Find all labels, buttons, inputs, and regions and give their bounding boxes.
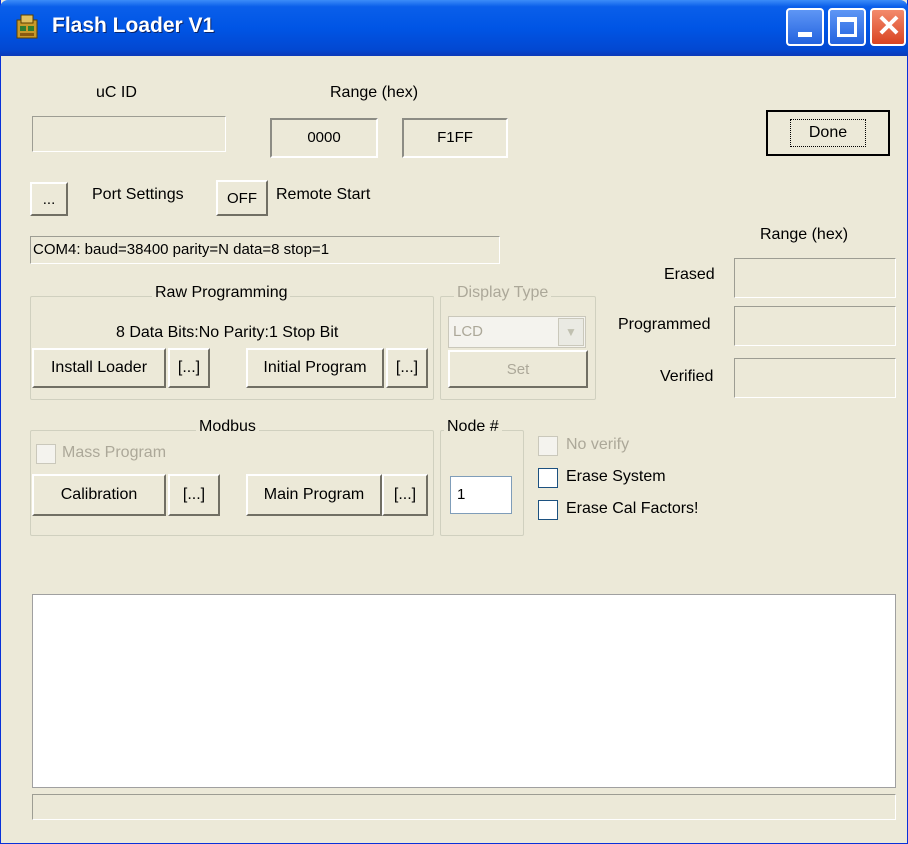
minimize-icon — [798, 32, 812, 37]
range-start-field: 0000 — [270, 118, 378, 158]
erase-system-checkbox[interactable] — [538, 468, 558, 488]
port-settings-button[interactable]: ... — [30, 182, 68, 216]
window-title: Flash Loader V1 — [52, 14, 215, 37]
done-button[interactable]: Done — [766, 110, 890, 156]
maximize-icon — [837, 17, 857, 37]
display-type-title: Display Type — [454, 284, 552, 302]
install-loader-button[interactable]: Install Loader — [32, 348, 166, 388]
port-settings-label: Port Settings — [92, 186, 184, 203]
done-label: Done — [789, 119, 867, 147]
verified-label: Verified — [660, 368, 714, 385]
main-program-button[interactable]: Main Program — [246, 474, 382, 516]
calibration-button[interactable]: Calibration — [32, 474, 166, 516]
remote-start-toggle[interactable]: OFF — [216, 180, 268, 216]
install-loader-browse-button[interactable]: [...] — [168, 348, 210, 388]
calibration-browse-button[interactable]: [...] — [168, 474, 220, 516]
set-display-button[interactable]: Set — [448, 350, 588, 388]
initial-program-button[interactable]: Initial Program — [246, 348, 384, 388]
no-verify-checkbox[interactable] — [538, 436, 558, 456]
uc-id-label: uC ID — [96, 84, 137, 101]
log-output-area[interactable] — [32, 594, 896, 788]
programmed-label: Programmed — [618, 316, 711, 333]
uc-id-field — [32, 116, 226, 152]
verified-field — [734, 358, 896, 398]
results-range-label: Range (hex) — [760, 226, 849, 243]
node-number-input[interactable]: 1 — [450, 476, 512, 514]
erase-cal-factors-label: Erase Cal Factors! — [566, 500, 699, 517]
erased-field — [734, 258, 896, 298]
port-status-field: COM4: baud=38400 parity=N data=8 stop=1 — [30, 236, 500, 264]
main-program-browse-button[interactable]: [...] — [382, 474, 428, 516]
erase-system-label: Erase System — [566, 468, 666, 485]
raw-programming-title: Raw Programming — [152, 284, 291, 302]
raw-programming-info: 8 Data Bits:No Parity:1 Stop Bit — [116, 324, 339, 341]
chip-app-icon — [16, 14, 38, 39]
initial-program-browse-button[interactable]: [...] — [386, 348, 428, 388]
remote-start-label: Remote Start — [276, 186, 371, 203]
minimize-button[interactable] — [786, 8, 824, 46]
erased-label: Erased — [664, 266, 715, 283]
close-button[interactable]: ✕ — [870, 8, 906, 46]
modbus-title: Modbus — [196, 418, 259, 436]
range-label: Range (hex) — [330, 84, 419, 101]
chevron-down-icon: ▼ — [558, 318, 584, 346]
no-verify-label: No verify — [566, 436, 630, 453]
status-bar — [32, 794, 896, 820]
programmed-field — [734, 306, 896, 346]
maximize-button[interactable] — [828, 8, 866, 46]
mass-program-label: Mass Program — [62, 444, 167, 461]
range-end-field: F1FF — [402, 118, 508, 158]
mass-program-checkbox[interactable] — [36, 444, 56, 464]
node-title: Node # — [444, 418, 502, 436]
close-icon: ✕ — [876, 10, 902, 43]
erase-cal-factors-checkbox[interactable] — [538, 500, 558, 520]
